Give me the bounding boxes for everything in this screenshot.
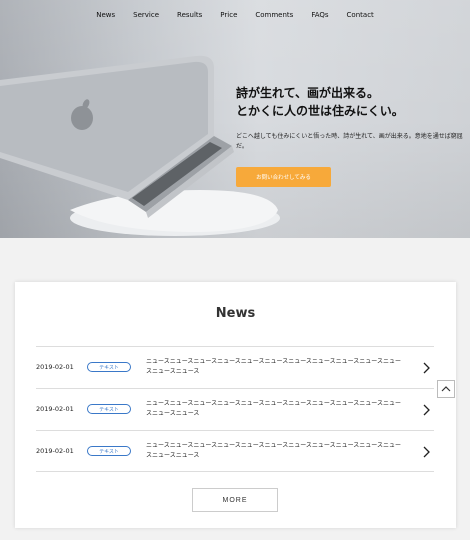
news-date: 2019-02-01 [36,447,74,455]
news-title: News [215,306,256,321]
news-date: 2019-02-01 [36,405,74,413]
news-text: ニュースニュースニュースニュースニュースニュースニュースニュースニュースニュース… [146,442,402,459]
hero-section: News Service Results Price Comments FAQs… [0,0,470,238]
news-category-badge: テキスト [87,404,131,414]
news-text: ニュースニュースニュースニュースニュースニュースニュースニュースニュースニュース… [146,400,402,417]
hero-title: 詩が生れて、画が出来る。 とかくに人の世は住みにくい。 [236,84,466,120]
hero-title-line2: とかくに人の世は住みにくい。 [236,104,404,118]
scroll-to-top-button[interactable] [437,380,455,398]
news-category-badge: テキスト [87,446,131,456]
nav-results[interactable]: Results [177,0,202,30]
chevron-right-icon[interactable] [421,404,431,416]
nav-contact[interactable]: Contact [347,0,374,30]
nav-comments[interactable]: Comments [255,0,293,30]
more-button[interactable]: MORE [192,488,278,512]
news-date: 2019-02-01 [36,363,74,371]
news-list: 2019-02-01 テキスト ニュースニュースニュースニュースニュースニュース… [36,346,434,472]
chevron-right-icon[interactable] [421,362,431,374]
news-item[interactable]: 2019-02-01 テキスト ニュースニュースニュースニュースニュースニュース… [36,430,434,472]
nav-price[interactable]: Price [220,0,237,30]
nav-faqs[interactable]: FAQs [311,0,328,30]
chevron-right-icon[interactable] [421,446,431,458]
news-category-badge: テキスト [87,362,131,372]
nav-news[interactable]: News [96,0,115,30]
news-card: News 2019-02-01 テキスト ニュースニュースニュースニュースニュー… [15,282,456,528]
news-item[interactable]: 2019-02-01 テキスト ニュースニュースニュースニュースニュースニュース… [36,346,434,388]
news-text: ニュースニュースニュースニュースニュースニュースニュースニュースニュースニュース… [146,358,402,375]
nav-service[interactable]: Service [133,0,159,30]
news-item[interactable]: 2019-02-01 テキスト ニュースニュースニュースニュースニュースニュース… [36,388,434,430]
top-nav: News Service Results Price Comments FAQs… [0,0,470,30]
contact-cta-button[interactable]: お問い合わせしてみる [236,167,331,187]
hero-title-line1: 詩が生れて、画が出来る。 [236,86,380,100]
hero-text: どこへ越しても住みにくいと悟った時、詩が生れて、画が出来る。意地を通せば窮屈だ。 [236,133,463,150]
chevron-up-icon [441,386,451,392]
